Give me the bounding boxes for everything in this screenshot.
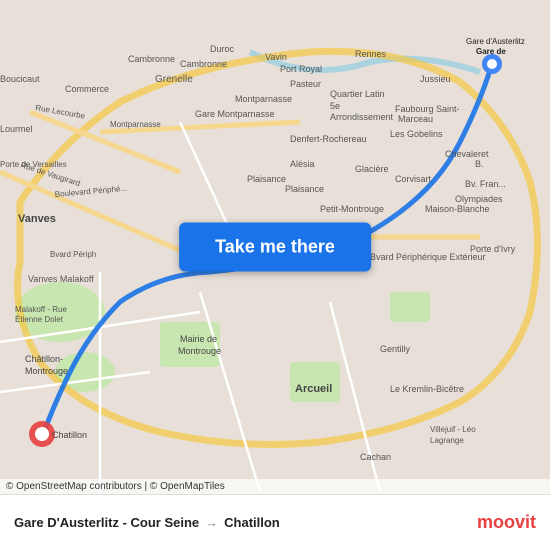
svg-text:Montparnasse: Montparnasse: [110, 120, 161, 129]
svg-text:Plaisance: Plaisance: [285, 184, 324, 194]
svg-text:5e: 5e: [330, 101, 340, 111]
svg-text:Cambronne: Cambronne: [180, 59, 227, 69]
route-to: Chatillon: [224, 515, 280, 530]
svg-text:Étienne Dolet: Étienne Dolet: [15, 315, 64, 324]
svg-text:Jussieu: Jussieu: [420, 74, 451, 84]
svg-text:Lagrange: Lagrange: [430, 436, 464, 445]
route-from: Gare D'Austerlitz - Cour Seine: [14, 515, 199, 530]
svg-text:Olympiades: Olympiades: [455, 194, 503, 204]
svg-text:Le Kremlin-Bicêtre: Le Kremlin-Bicêtre: [390, 384, 464, 394]
route-arrow-icon: →: [205, 515, 218, 530]
svg-text:Gentilly: Gentilly: [380, 344, 411, 354]
svg-text:Corvisart: Corvisart: [395, 174, 432, 184]
moovit-text: moovit: [477, 512, 536, 533]
svg-text:Porte de Versailles: Porte de Versailles: [0, 160, 67, 169]
route-display: Gare D'Austerlitz - Cour Seine → Chatill…: [14, 515, 477, 530]
svg-text:Châtillon-: Châtillon-: [25, 354, 63, 364]
svg-text:Vanves Malakoff: Vanves Malakoff: [28, 274, 94, 284]
svg-text:Chevaleret: Chevaleret: [445, 149, 489, 159]
svg-text:Quartier Latin: Quartier Latin: [330, 89, 385, 99]
svg-text:Maison-Blanche: Maison-Blanche: [425, 204, 490, 214]
svg-text:Alésia: Alésia: [290, 159, 315, 169]
svg-text:Grenelle: Grenelle: [155, 74, 193, 85]
svg-text:Rennes: Rennes: [355, 49, 387, 59]
svg-text:Les Gobelins: Les Gobelins: [390, 129, 443, 139]
svg-text:Vavin: Vavin: [265, 52, 287, 62]
svg-text:Duroc: Duroc: [210, 44, 235, 54]
svg-text:Gare d'Austerlitz: Gare d'Austerlitz: [466, 37, 525, 46]
svg-text:Cachan: Cachan: [360, 452, 391, 462]
svg-text:Chatillon: Chatillon: [52, 430, 87, 440]
svg-text:Denfert-Rochereau: Denfert-Rochereau: [290, 134, 367, 144]
svg-text:Gare Montparnasse: Gare Montparnasse: [195, 109, 275, 119]
svg-text:Bvard Périphérique Extérieur: Bvard Périphérique Extérieur: [370, 252, 486, 262]
svg-text:Montparnasse: Montparnasse: [235, 94, 292, 104]
svg-text:Plaisance: Plaisance: [247, 174, 286, 184]
map-attribution: © OpenStreetMap contributors | © OpenMap…: [0, 479, 550, 494]
svg-text:Montrouge: Montrouge: [178, 346, 221, 356]
svg-text:Marceau: Marceau: [398, 114, 433, 124]
svg-text:Faubourg Saint-: Faubourg Saint-: [395, 104, 460, 114]
svg-text:Pasteur: Pasteur: [290, 79, 321, 89]
svg-text:Vanves: Vanves: [18, 213, 56, 225]
footer-route-info: Gare D'Austerlitz - Cour Seine → Chatill…: [14, 515, 477, 530]
take-me-there-button[interactable]: Take me there: [179, 223, 371, 272]
svg-text:Gare de: Gare de: [476, 47, 506, 56]
footer-bar: Gare D'Austerlitz - Cour Seine → Chatill…: [0, 494, 550, 550]
svg-text:Port Royal: Port Royal: [280, 64, 322, 74]
svg-text:Arcueil: Arcueil: [295, 383, 332, 395]
svg-text:Cambronne: Cambronne: [128, 54, 175, 64]
svg-text:Boucicaut: Boucicaut: [0, 74, 40, 84]
svg-text:Bvard Périph: Bvard Périph: [50, 250, 96, 259]
map-container: Rue Lecourbe Rue de Vaugirard Boulevard …: [0, 0, 550, 494]
svg-text:Commerce: Commerce: [65, 84, 109, 94]
svg-text:Montrouge: Montrouge: [25, 366, 68, 376]
svg-text:Bv. Fran...: Bv. Fran...: [465, 179, 506, 189]
svg-text:Mairie de: Mairie de: [180, 334, 217, 344]
svg-text:Lourmel: Lourmel: [0, 124, 33, 134]
svg-text:Malakoff - Rue: Malakoff - Rue: [15, 305, 67, 314]
svg-text:Petit-Montrouge: Petit-Montrouge: [320, 204, 384, 214]
svg-text:Glacière: Glacière: [355, 164, 389, 174]
app: Rue Lecourbe Rue de Vaugirard Boulevard …: [0, 0, 550, 550]
svg-text:B.: B.: [475, 159, 484, 169]
svg-text:Arrondissement: Arrondissement: [330, 112, 394, 122]
svg-text:Villejuif - Léo: Villejuif - Léo: [430, 425, 476, 434]
moovit-logo: moovit: [477, 512, 536, 533]
